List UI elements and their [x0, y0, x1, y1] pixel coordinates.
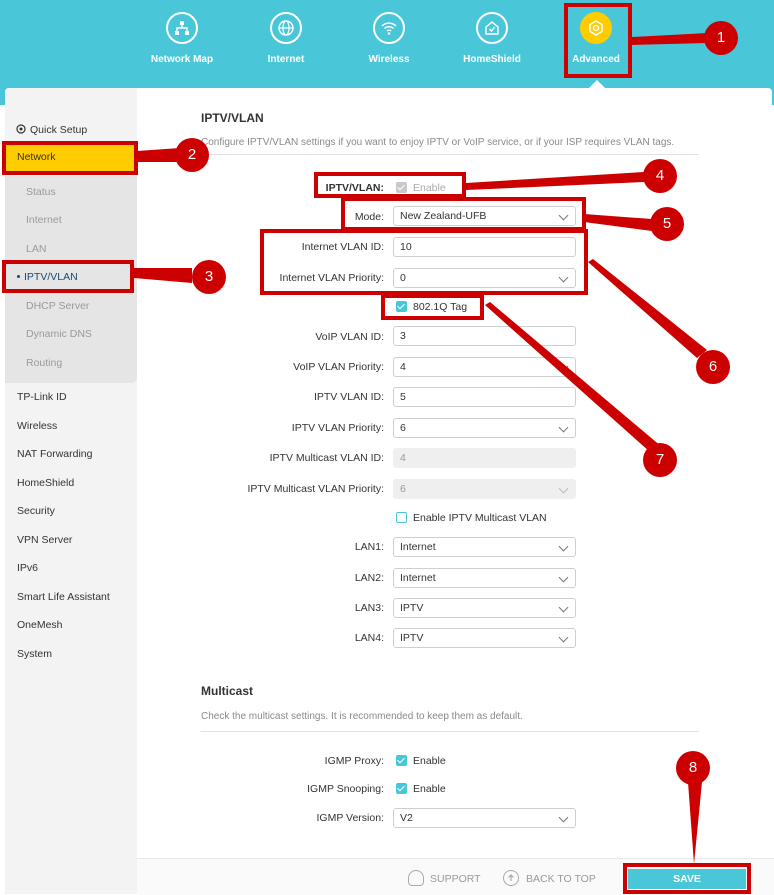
- annotation-arrow-7: [485, 302, 662, 452]
- annotation-arrow-4: [466, 172, 644, 190]
- annotation-badge-6: 6: [696, 350, 730, 384]
- annotation-box-8021q-tag: [381, 294, 484, 320]
- annotation-arrow-8: [688, 782, 702, 864]
- annotation-badge-2: 2: [175, 138, 209, 172]
- annotation-box-iptv-vlan: [2, 260, 134, 293]
- annotation-badge-8: 8: [676, 751, 710, 785]
- annotation-arrow-3: [134, 268, 192, 283]
- annotation-arrow-1: [632, 33, 708, 45]
- annotation-box-network: [2, 141, 138, 175]
- annotation-box-advanced: [564, 3, 632, 78]
- annotation-box-save: [623, 863, 751, 894]
- annotation-arrow-6: [588, 259, 707, 358]
- annotation-arrow-5: [584, 214, 652, 231]
- annotation-badge-4: 4: [643, 159, 677, 193]
- annotation-badge-1: 1: [704, 21, 738, 55]
- annotation-box-internet-vlan: [260, 229, 588, 295]
- annotation-arrow-2: [137, 148, 180, 162]
- annotation-badge-3: 3: [192, 260, 226, 294]
- annotation-badge-5: 5: [650, 207, 684, 241]
- annotation-badge-7: 7: [643, 443, 677, 477]
- annotation-box-iptv-vlan-enable: [314, 172, 466, 198]
- annotation-box-mode: [341, 197, 586, 231]
